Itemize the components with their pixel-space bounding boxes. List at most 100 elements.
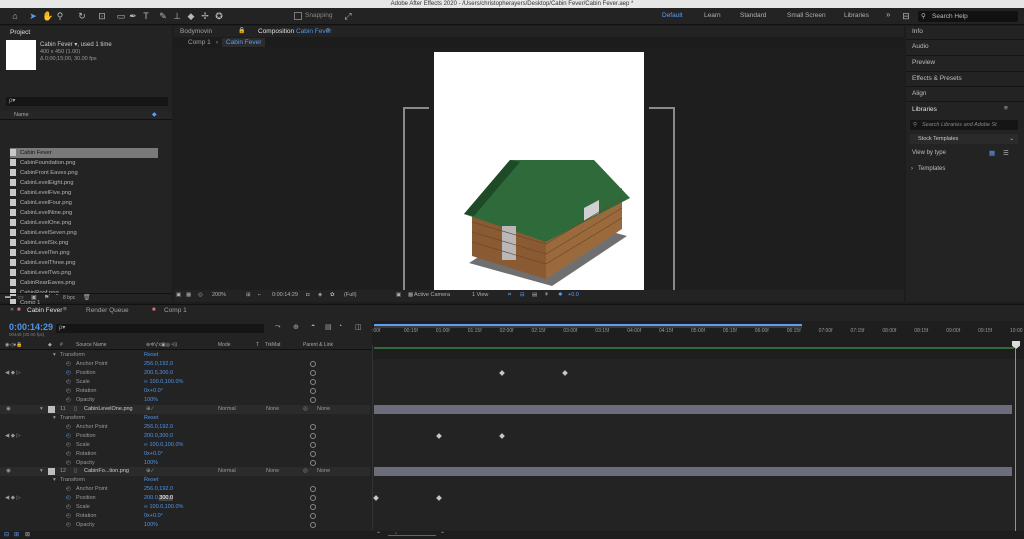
anchor-point-value[interactable]: 256.0,192.0 (144, 360, 173, 369)
transform-group-row[interactable]: ▾ Transform Reset (0, 351, 370, 360)
tab-cabin-fever[interactable]: Cabin Fever (27, 307, 62, 314)
views-icon[interactable]: ⌗ (508, 292, 511, 299)
zoom-tool-icon[interactable]: ⚲ (55, 11, 65, 21)
roto-tool-icon[interactable]: ✢ (200, 11, 210, 21)
info-panel-tab[interactable]: Info (912, 28, 923, 35)
new-comp-icon[interactable]: ▣ (31, 294, 37, 301)
stock-templates-dropdown[interactable]: Stock Templates ⌄ (910, 134, 1018, 144)
trash-icon[interactable]: 🗑 (83, 294, 91, 301)
camera-tool-icon[interactable]: ⊡ (97, 11, 107, 21)
expression-pickwhip-icon[interactable] (310, 370, 316, 376)
type-tool-icon[interactable]: T (141, 11, 151, 21)
project-file-item[interactable]: CabinLevelFour.png (10, 198, 158, 208)
list-view-icon[interactable]: ☰ (1003, 149, 1009, 157)
flowchart-view-icon[interactable]: ⚘ (544, 292, 549, 298)
preview-panel-tab[interactable]: Preview (912, 59, 935, 66)
scale-value[interactable]: ∞ 100.0,100.0% (144, 378, 183, 387)
workspace-libraries[interactable]: Libraries (844, 12, 869, 19)
expand-arrow-icon[interactable]: ▾ (40, 405, 43, 414)
project-item-name[interactable]: Cabin Fever ▾ (40, 42, 77, 48)
rotate-tool-icon[interactable]: ↻ (77, 11, 87, 21)
project-file-item[interactable]: CabinLevelTen.png (10, 248, 158, 258)
project-file-item[interactable]: CabinLevelSix.png (10, 238, 158, 248)
layer-switches[interactable]: ⊕ ∕ (146, 405, 153, 414)
layer-duration-bar[interactable] (374, 405, 1012, 414)
lock-icon[interactable]: 🔒 (238, 27, 245, 34)
column-name[interactable]: Name (14, 112, 29, 118)
zoom-slider-handle[interactable]: ◦ (395, 531, 397, 537)
timeline-search-input[interactable]: ρ▾ (56, 324, 264, 333)
col-t[interactable]: T (256, 341, 259, 350)
layer-mode-dropdown[interactable]: Normal (218, 405, 236, 414)
position-value[interactable]: 200.0,300.0 (144, 432, 173, 441)
layer-parent-dropdown[interactable]: None (317, 405, 330, 414)
zoom-dropdown[interactable]: 200% (212, 292, 226, 298)
tab-menu-icon[interactable]: ≡ (63, 306, 67, 313)
stopwatch-icon[interactable]: ◴ (66, 369, 71, 378)
draft3d-icon[interactable]: ⊕ (293, 323, 299, 331)
keyframe-nav-icon[interactable]: ◀ ◆ ▷ (5, 369, 21, 378)
keyframe-nav-icon[interactable]: ◀ ◆ ▷ (5, 494, 21, 503)
label-column-icon[interactable]: ◆ (152, 111, 157, 118)
label-color-swatch[interactable] (48, 406, 55, 413)
fit-icon[interactable]: ⊞ (246, 292, 251, 298)
templates-expand-icon[interactable]: › (911, 166, 913, 172)
grid-icon[interactable]: ▦ (186, 292, 191, 298)
view-layout-dropdown[interactable]: 1 View (472, 292, 488, 298)
expression-pickwhip-icon[interactable] (310, 397, 316, 403)
expression-pickwhip-icon[interactable] (310, 424, 316, 430)
workspace-learn[interactable]: Learn (704, 12, 721, 19)
selection-tool-icon[interactable]: ➤ (28, 11, 38, 21)
stopwatch-icon[interactable]: ◴ (66, 521, 71, 530)
stopwatch-icon[interactable]: ◴ (66, 494, 71, 503)
render-time-icon[interactable]: ⊠ (25, 531, 30, 538)
expand-arrow-icon[interactable]: ▾ (53, 414, 56, 423)
anchor-point-row[interactable]: ◴ Anchor Point 256.0,192.0 (0, 485, 370, 494)
resolution-dropdown[interactable]: (Full) (344, 292, 357, 298)
expression-pickwhip-icon[interactable] (310, 433, 316, 439)
position-row[interactable]: ◀ ◆ ▷ ◴ Position 200.0,300.0 (0, 432, 370, 441)
layer-trkmat-dropdown[interactable]: None (266, 405, 279, 414)
show-snapshot-icon[interactable]: ◈ (318, 292, 322, 298)
expression-pickwhip-icon[interactable] (310, 379, 316, 385)
project-file-item[interactable]: CabinLevelFive.png (10, 188, 158, 198)
libraries-menu-icon[interactable]: ≡ (1004, 105, 1008, 112)
pen-tool-icon[interactable]: ✒ (128, 11, 138, 21)
project-file-item[interactable]: CabinLevelThree.png (10, 258, 158, 268)
tab-bodymovin[interactable]: Bodymovin (180, 28, 212, 35)
layer-row[interactable]: ◉ ▾ 11 ▯ CabinLevelOne.png ⊕ ∕ Normal No… (0, 405, 370, 414)
project-file-item[interactable]: CabinRearEaves.png (10, 278, 158, 288)
stopwatch-icon[interactable]: ◴ (66, 432, 71, 441)
rotation-row[interactable]: ◴ Rotation 0x+0.0° (0, 450, 370, 459)
grid-view-icon[interactable]: ▦ (989, 149, 995, 157)
project-file-item[interactable]: CabinFoundation.png (10, 158, 158, 168)
scale-value[interactable]: ∞ 100.0,100.0% (144, 503, 183, 512)
workspace-standard[interactable]: Standard (740, 12, 766, 19)
expand-arrow-icon[interactable]: ▾ (53, 476, 56, 485)
opacity-row[interactable]: ◴ Opacity 100% (0, 521, 370, 530)
keyframe-nav-icon[interactable]: ◀ ◆ ▷ (5, 432, 21, 441)
expression-pickwhip-icon[interactable] (310, 522, 316, 528)
layer-trkmat-dropdown[interactable]: None (266, 467, 279, 476)
transform-group-row[interactable]: ▾ Transform Reset (0, 476, 370, 485)
help-search-input[interactable]: ⚲ Search Help (918, 11, 1018, 22)
graph-editor-icon[interactable]: ◫ (355, 323, 362, 331)
position-row[interactable]: ◀ ◆ ▷ ◴ Position 200.5,300.0 (0, 369, 370, 378)
scale-value[interactable]: ∞ 100.0,100.0% (144, 441, 183, 450)
transform-reset[interactable]: Reset (144, 351, 158, 360)
flowchart-icon[interactable]: ⚑ (44, 294, 49, 301)
opacity-value[interactable]: 100% (144, 521, 158, 530)
layer-mode-dropdown[interactable]: Normal (218, 467, 236, 476)
audio-panel-tab[interactable]: Audio (912, 43, 929, 50)
eye-icon[interactable]: ◉ (6, 467, 11, 476)
shy-icon[interactable]: ◓ (311, 323, 315, 330)
opacity-row[interactable]: ◴ Opacity 100% (0, 396, 370, 405)
effects-presets-panel-tab[interactable]: Effects & Presets (912, 75, 962, 82)
libraries-search-input[interactable]: ⚲ Search Libraries and Adobe St (910, 120, 1018, 130)
mask-icon[interactable]: ◎ (198, 292, 203, 298)
col-trkmat[interactable]: TrkMat (265, 341, 280, 350)
comp-flowchart-icon[interactable]: ⤳ (275, 323, 281, 331)
layer-row[interactable]: ◉ ▾ 12 ▯ CabinFo...tion.png ⊕ ∕ Normal N… (0, 467, 370, 476)
stopwatch-icon[interactable]: ◴ (66, 360, 71, 369)
render-icon[interactable]: ▩ (408, 292, 413, 298)
